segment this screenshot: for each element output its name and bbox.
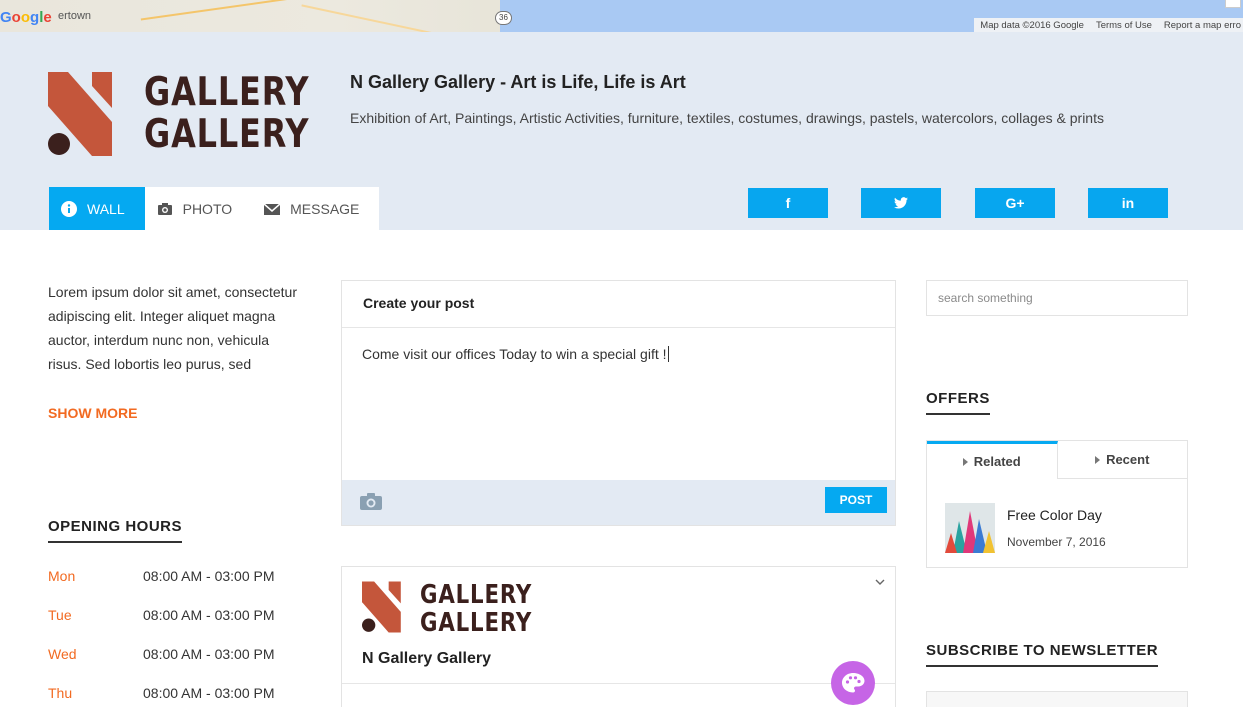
map-data-label: Map data ©2016 Google <box>980 19 1084 31</box>
camera-icon <box>157 202 172 215</box>
linkedin-icon: in <box>1121 195 1135 211</box>
create-post-heading: Create your post <box>342 281 895 328</box>
page-header: GALLERY GALLERY N Gallery Gallery - Art … <box>0 32 1243 230</box>
offer-image <box>945 503 995 553</box>
post-textarea[interactable]: Come visit our offices Today to win a sp… <box>342 328 895 481</box>
search-input[interactable] <box>926 280 1188 316</box>
map-attribution: Map data ©2016 Google Terms of Use Repor… <box>974 18 1243 32</box>
hours-time: 08:00 AM - 03:00 PM <box>143 607 275 623</box>
facebook-button[interactable]: f <box>748 188 828 218</box>
logo-mark-icon <box>48 72 112 156</box>
palette-icon <box>842 673 865 693</box>
tab-photo-label: PHOTO <box>182 200 233 217</box>
offer-title[interactable]: Free Color Day <box>1007 507 1106 523</box>
tab-wall-label: WALL <box>87 200 125 217</box>
camera-icon[interactable] <box>360 492 382 510</box>
hours-time: 08:00 AM - 03:00 PM <box>143 685 275 701</box>
twitter-button[interactable] <box>861 188 941 218</box>
logo-mark-icon <box>362 581 401 633</box>
page-title: N Gallery Gallery - Art is Life, Life is… <box>350 72 686 92</box>
hours-time: 08:00 AM - 03:00 PM <box>143 646 275 662</box>
hours-day: Tue <box>48 607 72 623</box>
tab-wall[interactable]: WALL <box>49 187 145 230</box>
tab-recent[interactable]: Recent <box>1057 441 1187 479</box>
profile-tabs: WALL PHOTO MESSAGE <box>49 187 380 230</box>
google-logo: Google <box>0 9 52 26</box>
offers-panel: Related Recent Free Color Day November 7… <box>926 440 1188 568</box>
envelope-icon <box>264 202 281 215</box>
map-town-label: ertown <box>58 10 92 22</box>
hours-day: Thu <box>48 685 73 701</box>
terms-link[interactable]: Terms of Use <box>1096 20 1152 31</box>
offer-date: November 7, 2016 <box>1007 535 1106 549</box>
map-control[interactable] <box>1225 0 1241 8</box>
tab-photo[interactable]: PHOTO <box>145 187 253 230</box>
offers-tabs: Related Recent <box>927 441 1187 479</box>
hours-row: Tue 08:00 AM - 03:00 PM <box>48 607 308 646</box>
feed-logo-wordmark: GALLERY GALLERY <box>420 580 533 638</box>
info-icon <box>61 200 77 217</box>
route-shield: 36 <box>495 11 512 25</box>
feed-logo[interactable]: GALLERY GALLERY <box>362 581 562 637</box>
feed-post: GALLERY GALLERY N Gallery Gallery <box>341 566 896 707</box>
google-plus-icon: G+ <box>1005 195 1025 211</box>
gallery-logo[interactable]: GALLERY GALLERY <box>48 70 310 158</box>
tab-related-label: Related <box>973 454 1021 469</box>
hours-day: Mon <box>48 568 76 584</box>
logo-wordmark: GALLERY GALLERY <box>144 70 310 157</box>
hours-row: Thu 08:00 AM - 03:00 PM <box>48 685 308 707</box>
newsletter-title: SUBSCRIBE TO NEWSLETTER <box>926 642 1159 667</box>
about-text: Lorem ipsum dolor sit amet, consectetur … <box>48 284 297 372</box>
opening-hours-list: Mon 08:00 AM - 03:00 PM Tue 08:00 AM - 03:… <box>48 568 308 707</box>
caret-right-icon <box>1095 455 1101 464</box>
page-description: Exhibition of Art, Paintings, Artistic A… <box>350 110 1104 126</box>
hours-time: 08:00 AM - 03:00 PM <box>143 568 275 584</box>
tab-message-label: MESSAGE <box>290 200 360 217</box>
google-plus-button[interactable]: G+ <box>975 188 1055 218</box>
report-error-link[interactable]: Report a map erro <box>1164 20 1241 31</box>
show-more-link[interactable]: SHOW MORE <box>48 405 137 421</box>
tab-message[interactable]: MESSAGE <box>252 187 379 230</box>
post-toolbar: POST <box>342 480 895 525</box>
post-text: Come visit our offices Today to win a sp… <box>362 346 667 362</box>
feed-author-name[interactable]: N Gallery Gallery <box>362 650 491 668</box>
newsletter-box <box>926 691 1188 707</box>
twitter-icon <box>894 197 908 209</box>
post-button[interactable]: POST <box>825 487 887 513</box>
opening-hours-title: OPENING HOURS <box>48 518 183 543</box>
offer-item[interactable]: Free Color Day November 7, 2016 <box>945 503 1106 553</box>
offers-title: OFFERS <box>926 390 990 415</box>
facebook-icon: f <box>785 195 791 211</box>
feed-divider <box>342 683 895 684</box>
hours-row: Wed 08:00 AM - 03:00 PM <box>48 646 308 685</box>
linkedin-button[interactable]: in <box>1088 188 1168 218</box>
offer-thumbnail[interactable] <box>945 503 995 553</box>
hours-row: Mon 08:00 AM - 03:00 PM <box>48 568 308 607</box>
hours-day: Wed <box>48 646 77 662</box>
tab-related[interactable]: Related <box>927 441 1058 479</box>
map-strip[interactable]: Google ertown 36 Map data ©2016 Google T… <box>0 0 1243 32</box>
theme-customizer-button[interactable] <box>831 661 875 705</box>
chevron-down-icon[interactable] <box>875 577 885 587</box>
create-post-box: Create your post Come visit our offices … <box>341 280 896 526</box>
text-cursor: ​ <box>667 346 669 362</box>
caret-right-icon <box>962 457 968 466</box>
tab-recent-label: Recent <box>1106 452 1150 467</box>
